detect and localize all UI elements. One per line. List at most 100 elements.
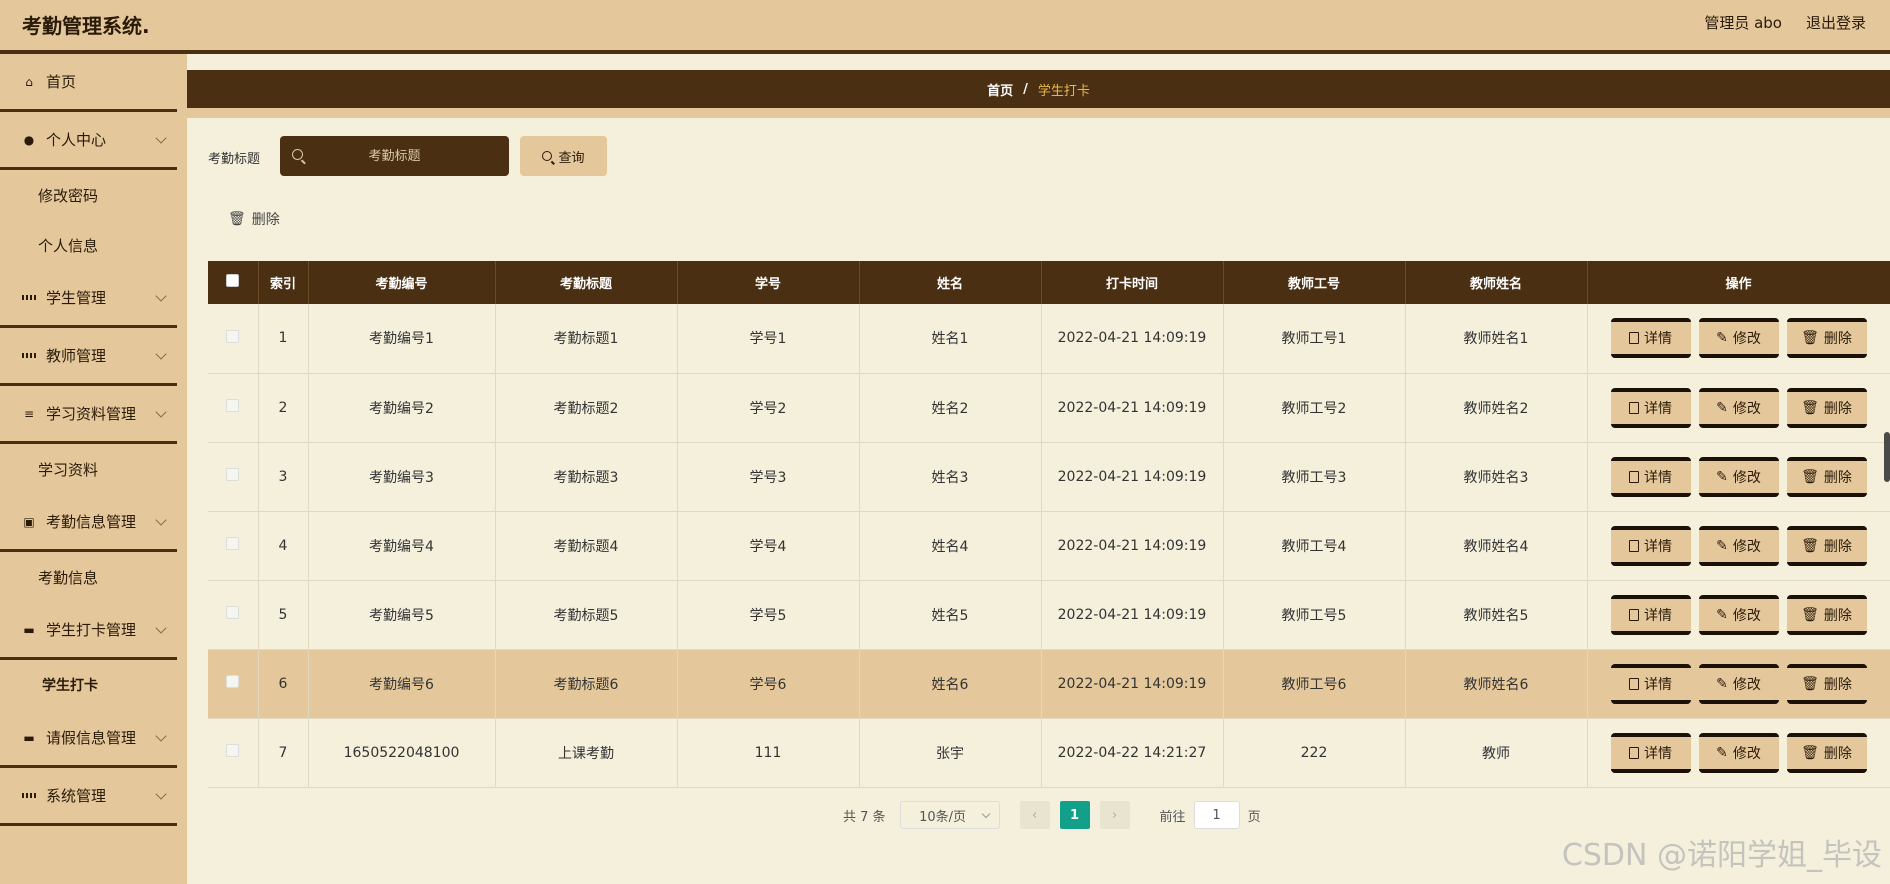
edit-button[interactable]: ✎ 修改 (1698, 594, 1779, 635)
goto-page-input[interactable]: 1 (1193, 801, 1240, 829)
sidebar-subitem-study-material[interactable]: 学习资料 (0, 444, 187, 494)
sidebar-item-label: 学生管理 (46, 289, 107, 307)
edit-button[interactable]: ✎ 修改 (1698, 318, 1779, 359)
row-checkbox[interactable] (226, 675, 240, 688)
sidebar-item-leave-management[interactable]: ▬ 请假信息管理 (0, 710, 177, 768)
sidebar-subitem-change-password[interactable]: 修改密码 (0, 170, 187, 220)
edit-button[interactable]: ✎ 修改 (1698, 663, 1779, 704)
cell-actions: 详情 ✎ 修改 🗑 删除 (1587, 442, 1890, 512)
row-select-cell[interactable] (208, 718, 259, 788)
breadcrumb-home[interactable]: 首页 (987, 80, 1013, 99)
table-row[interactable]: 7 1650522048100 上课考勤 111 张宇 2022-04-22 14:21:… (208, 718, 1890, 788)
cell-index: 7 (258, 718, 309, 788)
sidebar-item-label: 首页 (46, 73, 77, 91)
query-button[interactable]: 查询 (520, 136, 607, 176)
chevron-down-icon (155, 730, 167, 742)
table-row[interactable]: 1 考勤编号1 考勤标题1 学号1 姓名1 2022-04-21 14:09:19 教师工号… (208, 304, 1890, 374)
delete-button[interactable]: 🗑 删除 (1786, 387, 1867, 428)
delete-button[interactable]: 🗑 删除 (1786, 456, 1867, 497)
page-size-select[interactable]: 10条/页 (899, 801, 1000, 829)
trash-icon: 🗑 (1801, 399, 1819, 416)
detail-button[interactable]: 详情 (1610, 525, 1691, 566)
row-select-cell[interactable] (208, 442, 259, 512)
sidebar-subitem-personal-info[interactable]: 个人信息 (0, 220, 187, 270)
cell-actions: 详情 ✎ 修改 🗑 删除 (1587, 373, 1890, 443)
delete-label: 删除 (1823, 607, 1852, 624)
cell-sid: 学号2 (677, 373, 860, 443)
cell-sid: 学号6 (677, 649, 860, 719)
sidebar-item-label: 学生打卡管理 (46, 621, 137, 639)
trash-icon: 🗑 (228, 211, 246, 227)
edit-button[interactable]: ✎ 修改 (1698, 525, 1779, 566)
sidebar-item-home[interactable]: ⌂ 首页 (0, 54, 177, 112)
row-checkbox[interactable] (226, 537, 240, 550)
select-all-checkbox[interactable] (226, 274, 240, 287)
row-select-cell[interactable] (208, 511, 259, 581)
sidebar-item-system-management[interactable]: 系统管理 (0, 768, 177, 826)
sidebar-item-teacher-management[interactable]: 教师管理 (0, 328, 177, 386)
table-row[interactable]: 5 考勤编号5 考勤标题5 学号5 姓名5 2022-04-21 14:09:19 教师工号… (208, 580, 1890, 650)
detail-button[interactable]: 详情 (1610, 732, 1691, 773)
chevron-down-icon (155, 788, 167, 800)
row-select-cell[interactable] (208, 304, 259, 374)
sidebar-item-attendance-management[interactable]: ▣ 考勤信息管理 (0, 494, 177, 552)
batch-delete-button[interactable]: 🗑 删除 (228, 209, 280, 229)
trash-icon: 🗑 (1801, 330, 1819, 347)
row-checkbox[interactable] (226, 329, 240, 343)
edit-button[interactable]: ✎ 修改 (1698, 732, 1779, 773)
cell-tid: 教师工号6 (1223, 649, 1406, 719)
detail-label: 详情 (1644, 607, 1672, 624)
document-icon (1629, 401, 1639, 414)
sidebar-item-student-management[interactable]: 学生管理 (0, 270, 177, 328)
detail-button[interactable]: 详情 (1610, 594, 1691, 635)
edit-icon: ✎ (1716, 606, 1728, 623)
detail-button[interactable]: 详情 (1610, 663, 1691, 704)
cell-title: 考勤标题5 (495, 580, 678, 650)
row-checkbox[interactable] (226, 399, 240, 412)
next-page-button[interactable]: › (1099, 801, 1130, 829)
table-row[interactable]: 2 考勤编号2 考勤标题2 学号2 姓名2 2022-04-21 14:09:19 教师工号… (208, 373, 1890, 443)
sidebar-item-study-material-management[interactable]: ≡ 学习资料管理 (0, 386, 177, 444)
row-select-cell[interactable] (208, 373, 259, 443)
sidebar-item-label: 系统管理 (46, 787, 107, 805)
page-number-button[interactable]: 1 (1059, 801, 1090, 829)
row-select-cell[interactable] (208, 649, 259, 719)
cell-sid: 111 (677, 718, 860, 788)
goto-suffix: 页 (1247, 809, 1261, 825)
table-row[interactable]: 3 考勤编号3 考勤标题3 学号3 姓名3 2022-04-21 14:09:19 教师工号… (208, 442, 1890, 512)
detail-label: 详情 (1644, 745, 1672, 762)
row-checkbox[interactable] (226, 606, 240, 619)
detail-button[interactable]: 详情 (1610, 318, 1691, 359)
table-row[interactable]: 4 考勤编号4 考勤标题4 学号4 姓名4 2022-04-21 14:09:19 教师工号… (208, 511, 1890, 581)
cell-name: 姓名6 (859, 649, 1042, 719)
search-field[interactable] (280, 136, 509, 176)
column-header: 打卡时间 (1041, 261, 1224, 304)
sidebar-item-student-checkin-management[interactable]: ▬ 学生打卡管理 (0, 602, 177, 660)
cell-code: 1650522048100 (308, 718, 496, 788)
detail-button[interactable]: 详情 (1610, 456, 1691, 497)
row-checkbox[interactable] (226, 468, 240, 481)
delete-button[interactable]: 🗑 删除 (1786, 594, 1867, 635)
delete-button[interactable]: 🗑 删除 (1786, 663, 1867, 704)
table-row[interactable]: 6 考勤编号6 考勤标题6 学号6 姓名6 2022-04-21 14:09:19 教师工号… (208, 649, 1890, 719)
sidebar-subitem-attendance-info[interactable]: 考勤信息 (0, 552, 187, 602)
detail-button[interactable]: 详情 (1610, 387, 1691, 428)
edit-button[interactable]: ✎ 修改 (1698, 387, 1779, 428)
scrollbar-thumb[interactable] (1884, 432, 1890, 482)
chevron-down-icon (155, 132, 167, 144)
prev-page-button[interactable]: ‹ (1019, 801, 1050, 829)
document-icon (1629, 332, 1639, 345)
row-checkbox[interactable] (226, 744, 240, 757)
row-select-cell[interactable] (208, 580, 259, 650)
search-input[interactable] (280, 136, 509, 176)
select-all-cell[interactable] (208, 261, 259, 304)
sidebar-subitem-student-checkin[interactable]: 学生打卡 (0, 660, 187, 710)
delete-button[interactable]: 🗑 删除 (1786, 318, 1867, 359)
delete-button[interactable]: 🗑 删除 (1786, 525, 1867, 566)
sidebar-item-personal-center[interactable]: ● 个人中心 (0, 112, 177, 170)
delete-button[interactable]: 🗑 删除 (1786, 732, 1867, 773)
cell-code: 考勤编号4 (308, 511, 496, 581)
logout-link[interactable]: 退出登录 (1806, 12, 1866, 33)
cell-code: 考勤编号6 (308, 649, 496, 719)
edit-button[interactable]: ✎ 修改 (1698, 456, 1779, 497)
